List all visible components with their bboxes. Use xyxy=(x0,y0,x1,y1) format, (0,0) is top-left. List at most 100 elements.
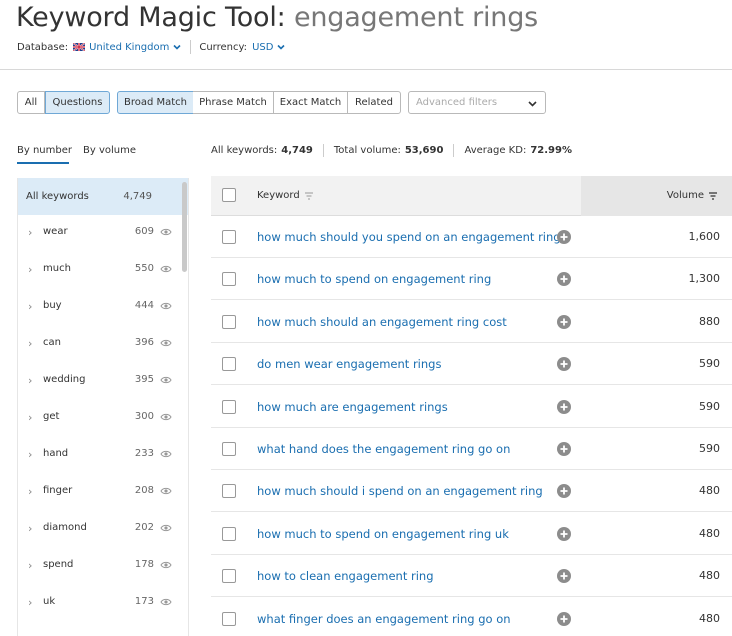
row-checkbox[interactable] xyxy=(222,442,236,456)
add-plus-icon[interactable] xyxy=(557,314,571,329)
database-selector[interactable]: United Kingdom xyxy=(68,42,182,53)
table-row: how to clean engagement ring 480 xyxy=(211,555,732,598)
keywords-table: Keyword Volume how much should you spend… xyxy=(211,176,732,636)
eye-icon[interactable] xyxy=(160,412,172,422)
advanced-filters-dropdown[interactable]: Advanced filters xyxy=(408,91,546,114)
keyword-link[interactable]: how much should an engagement ring cost xyxy=(257,315,507,329)
eye-icon[interactable] xyxy=(160,449,172,459)
phrase-match-button[interactable]: Phrase Match xyxy=(193,91,274,114)
chevron-right-icon: › xyxy=(28,411,33,424)
keyword-link[interactable]: what hand does the engagement ring go on xyxy=(257,442,510,456)
sidebar-item-count: 178 xyxy=(134,559,154,570)
questions-button[interactable]: Questions xyxy=(45,91,110,114)
sidebar-item-8[interactable]: › diamond 202 xyxy=(18,511,188,548)
keyword-column-label: Keyword xyxy=(257,190,300,201)
row-checkbox[interactable] xyxy=(222,611,236,626)
chevron-right-icon: › xyxy=(28,300,33,313)
sidebar-item-all-keywords[interactable]: All keywords 4,749 xyxy=(18,178,188,215)
sidebar-item-count: 202 xyxy=(134,522,154,533)
keyword-link[interactable]: how much to spend on engagement ring uk xyxy=(257,527,509,541)
sidebar-item-label: uk xyxy=(43,596,56,607)
exact-match-button[interactable]: Exact Match xyxy=(273,91,348,114)
table-row: how much are engagement rings 590 xyxy=(211,386,732,428)
table-row: how much should you spend on an engageme… xyxy=(211,216,732,258)
table-row: how much should i spend on an engagement… xyxy=(211,470,732,513)
keyword-column-header[interactable]: Keyword xyxy=(257,190,314,201)
row-checkbox[interactable] xyxy=(222,357,236,372)
keyword-link[interactable]: how much are engagement rings xyxy=(257,400,448,414)
sidebar-item-1[interactable]: › much 550 xyxy=(18,252,188,289)
sidebar-item-count: 396 xyxy=(134,337,154,348)
eye-icon[interactable] xyxy=(160,486,172,496)
add-plus-icon[interactable] xyxy=(557,526,571,541)
all-button[interactable]: All xyxy=(17,91,45,114)
sidebar-item-label: All keywords xyxy=(26,191,89,202)
uk-flag-icon xyxy=(73,43,86,51)
sidebar-item-2[interactable]: › buy 444 xyxy=(18,289,188,326)
keyword-link[interactable]: how much to spend on engagement ring xyxy=(257,272,491,286)
sidebar-item-count: 395 xyxy=(134,374,154,385)
volume-column-header[interactable]: Volume xyxy=(667,190,718,201)
keyword-link[interactable]: what finger does an engagement ring go o… xyxy=(257,612,511,626)
add-plus-icon[interactable] xyxy=(557,611,571,626)
related-button[interactable]: Related xyxy=(347,91,401,114)
sidebar-scrollbar[interactable] xyxy=(182,182,187,272)
chevron-down-icon xyxy=(528,101,537,107)
row-checkbox[interactable] xyxy=(222,526,236,541)
header-divider xyxy=(0,69,732,70)
sidebar-item-count: 173 xyxy=(134,596,154,607)
divider xyxy=(190,40,192,54)
currency-selector[interactable]: USD xyxy=(252,42,286,53)
row-checkbox[interactable] xyxy=(222,569,236,584)
keyword-link[interactable]: how much should you spend on an engageme… xyxy=(257,230,561,244)
keyword-link[interactable]: how much should i spend on an engagement… xyxy=(257,484,543,498)
keyword-link[interactable]: do men wear engagement rings xyxy=(257,357,441,371)
chevron-right-icon: › xyxy=(28,559,33,572)
add-plus-icon[interactable] xyxy=(557,442,571,456)
sidebar-item-6[interactable]: › hand 233 xyxy=(18,437,188,474)
eye-icon[interactable] xyxy=(160,560,172,570)
add-plus-icon[interactable] xyxy=(557,484,571,499)
eye-icon[interactable] xyxy=(160,264,172,274)
volume-value: 880 xyxy=(699,314,720,328)
eye-icon[interactable] xyxy=(160,597,172,607)
sidebar-item-4[interactable]: › wedding 395 xyxy=(18,363,188,400)
eye-icon[interactable] xyxy=(160,523,172,533)
add-plus-icon[interactable] xyxy=(557,399,571,414)
add-plus-icon[interactable] xyxy=(557,569,571,584)
row-checkbox[interactable] xyxy=(222,272,236,287)
eye-icon[interactable] xyxy=(160,301,172,311)
add-plus-icon[interactable] xyxy=(557,357,571,372)
all-keywords-value: 4,749 xyxy=(281,145,313,156)
volume-value: 590 xyxy=(699,442,720,455)
eye-icon[interactable] xyxy=(160,227,172,237)
keyword-link[interactable]: how to clean engagement ring xyxy=(257,569,434,583)
tab-by-number[interactable]: By number xyxy=(17,145,72,156)
broad-match-button[interactable]: Broad Match xyxy=(117,91,194,114)
eye-icon[interactable] xyxy=(160,338,172,348)
settings-bar: Database: United Kingdom Currency: USD xyxy=(17,40,286,54)
sort-descending-icon xyxy=(709,191,717,200)
sidebar-item-count: 233 xyxy=(134,448,154,459)
row-checkbox[interactable] xyxy=(222,230,236,244)
select-all-checkbox[interactable] xyxy=(222,188,236,202)
row-checkbox[interactable] xyxy=(222,484,236,499)
sidebar-item-5[interactable]: › get 300 xyxy=(18,400,188,437)
sidebar-item-0[interactable]: › wear 609 xyxy=(18,215,188,252)
keyword-stats: All keywords: 4,749 Total volume: 53,690… xyxy=(211,144,572,157)
add-plus-icon[interactable] xyxy=(557,230,571,244)
row-checkbox[interactable] xyxy=(222,314,236,329)
row-checkbox[interactable] xyxy=(222,399,236,414)
all-keywords-label: All keywords: xyxy=(211,145,278,156)
sidebar-item-3[interactable]: › can 396 xyxy=(18,326,188,363)
tab-by-volume[interactable]: By volume xyxy=(83,145,136,156)
eye-icon[interactable] xyxy=(160,375,172,385)
table-row: what hand does the engagement ring go on… xyxy=(211,428,732,470)
sidebar-item-label: get xyxy=(43,411,60,422)
sidebar-item-10[interactable]: › uk 173 xyxy=(18,585,188,622)
sidebar-item-label: spend xyxy=(43,559,74,570)
sidebar-item-9[interactable]: › spend 178 xyxy=(18,548,188,585)
add-plus-icon[interactable] xyxy=(557,272,571,287)
total-volume-value: 53,690 xyxy=(404,145,444,156)
sidebar-item-7[interactable]: › finger 208 xyxy=(18,474,188,511)
